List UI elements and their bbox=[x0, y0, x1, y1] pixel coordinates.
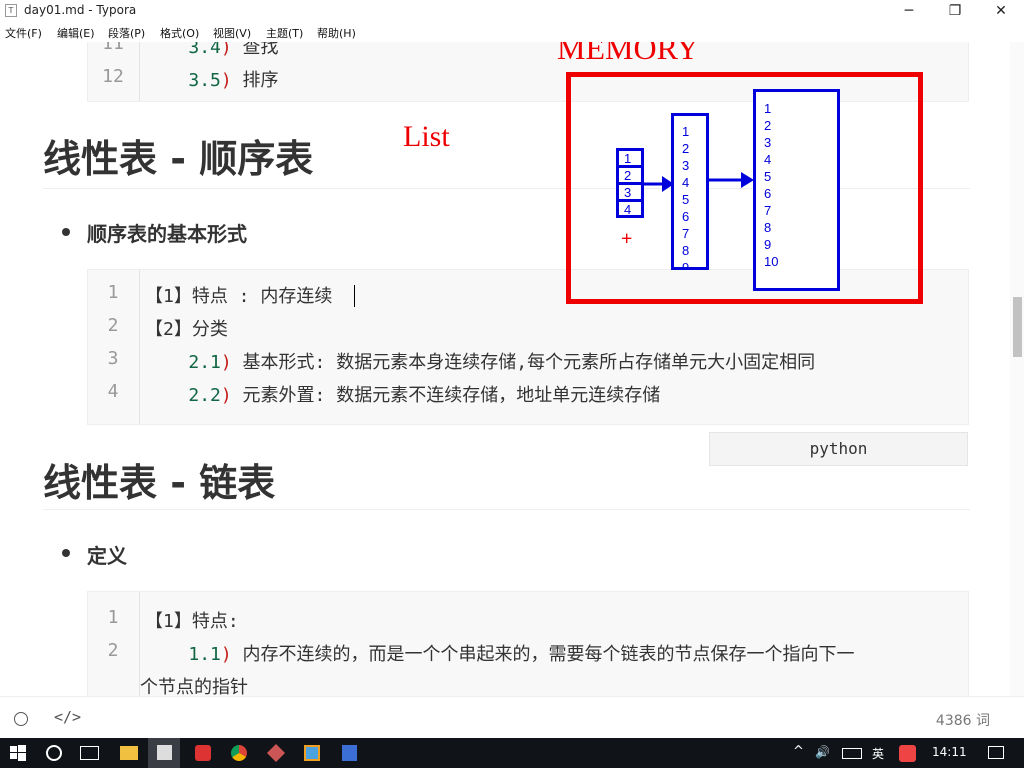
menu-theme[interactable]: 主题(T) bbox=[266, 25, 303, 41]
search-icon[interactable] bbox=[46, 745, 62, 761]
ime-indicator[interactable]: 英 bbox=[872, 745, 884, 762]
windows-start-icon[interactable] bbox=[9, 744, 27, 762]
menu-paragraph[interactable]: 段落(P) bbox=[108, 25, 145, 41]
minimize-button[interactable]: ─ bbox=[886, 0, 932, 22]
menu-help[interactable]: 帮助(H) bbox=[317, 25, 356, 41]
window-title: day01.md - Typora bbox=[24, 3, 137, 17]
chrome-icon[interactable] bbox=[231, 745, 247, 761]
file-explorer-icon[interactable] bbox=[120, 746, 138, 760]
sogou-ime-icon[interactable] bbox=[899, 745, 916, 762]
arrow-head-icon bbox=[741, 172, 754, 188]
editor-area[interactable]: 11 3.4) 查找 12 3.5) 排序 线性表 - 顺序表 顺序表的基本形式… bbox=[0, 42, 1010, 696]
volume-icon[interactable]: 🔊 bbox=[815, 745, 830, 759]
title-bar: T day01.md - Typora ─ ❐ ✕ bbox=[0, 0, 1024, 22]
status-bar: </> 4386 词 bbox=[0, 696, 1024, 738]
menu-file[interactable]: 文件(F) bbox=[5, 25, 42, 41]
tray-chevron-up-icon[interactable]: ^ bbox=[793, 744, 804, 759]
windows-taskbar: ^ 🔊 英 14:11 bbox=[0, 738, 1024, 768]
word-count[interactable]: 4386 词 bbox=[936, 710, 990, 730]
menu-edit[interactable]: 编辑(E) bbox=[57, 25, 95, 41]
source-code-toggle-icon[interactable]: </> bbox=[54, 708, 81, 726]
paint-app-icon[interactable] bbox=[266, 743, 286, 763]
typora-app-icon: T bbox=[5, 4, 17, 17]
task-view-icon[interactable] bbox=[80, 746, 99, 760]
notification-center-icon[interactable] bbox=[988, 746, 1004, 759]
app-red-icon[interactable] bbox=[195, 745, 211, 761]
annotation-arrows bbox=[644, 172, 754, 192]
app-p-icon[interactable] bbox=[342, 745, 357, 761]
scrollbar-thumb[interactable] bbox=[1013, 297, 1022, 357]
keyboard-icon[interactable] bbox=[842, 748, 862, 759]
close-button[interactable]: ✕ bbox=[978, 0, 1024, 22]
menu-bar: 文件(F) 编辑(E) 段落(P) 格式(O) 视图(V) 主题(T) 帮助(H… bbox=[0, 22, 1024, 42]
typora-icon bbox=[157, 745, 172, 760]
outline-toggle-icon[interactable] bbox=[14, 712, 28, 726]
arrow-head-icon bbox=[662, 176, 674, 192]
clock[interactable]: 14:11 bbox=[932, 745, 967, 759]
vertical-scrollbar[interactable] bbox=[1010, 42, 1024, 696]
maximize-button[interactable]: ❐ bbox=[932, 0, 978, 22]
app-window-icon[interactable] bbox=[304, 745, 320, 761]
menu-view[interactable]: 视图(V) bbox=[213, 25, 251, 41]
menu-format[interactable]: 格式(O) bbox=[160, 25, 199, 41]
